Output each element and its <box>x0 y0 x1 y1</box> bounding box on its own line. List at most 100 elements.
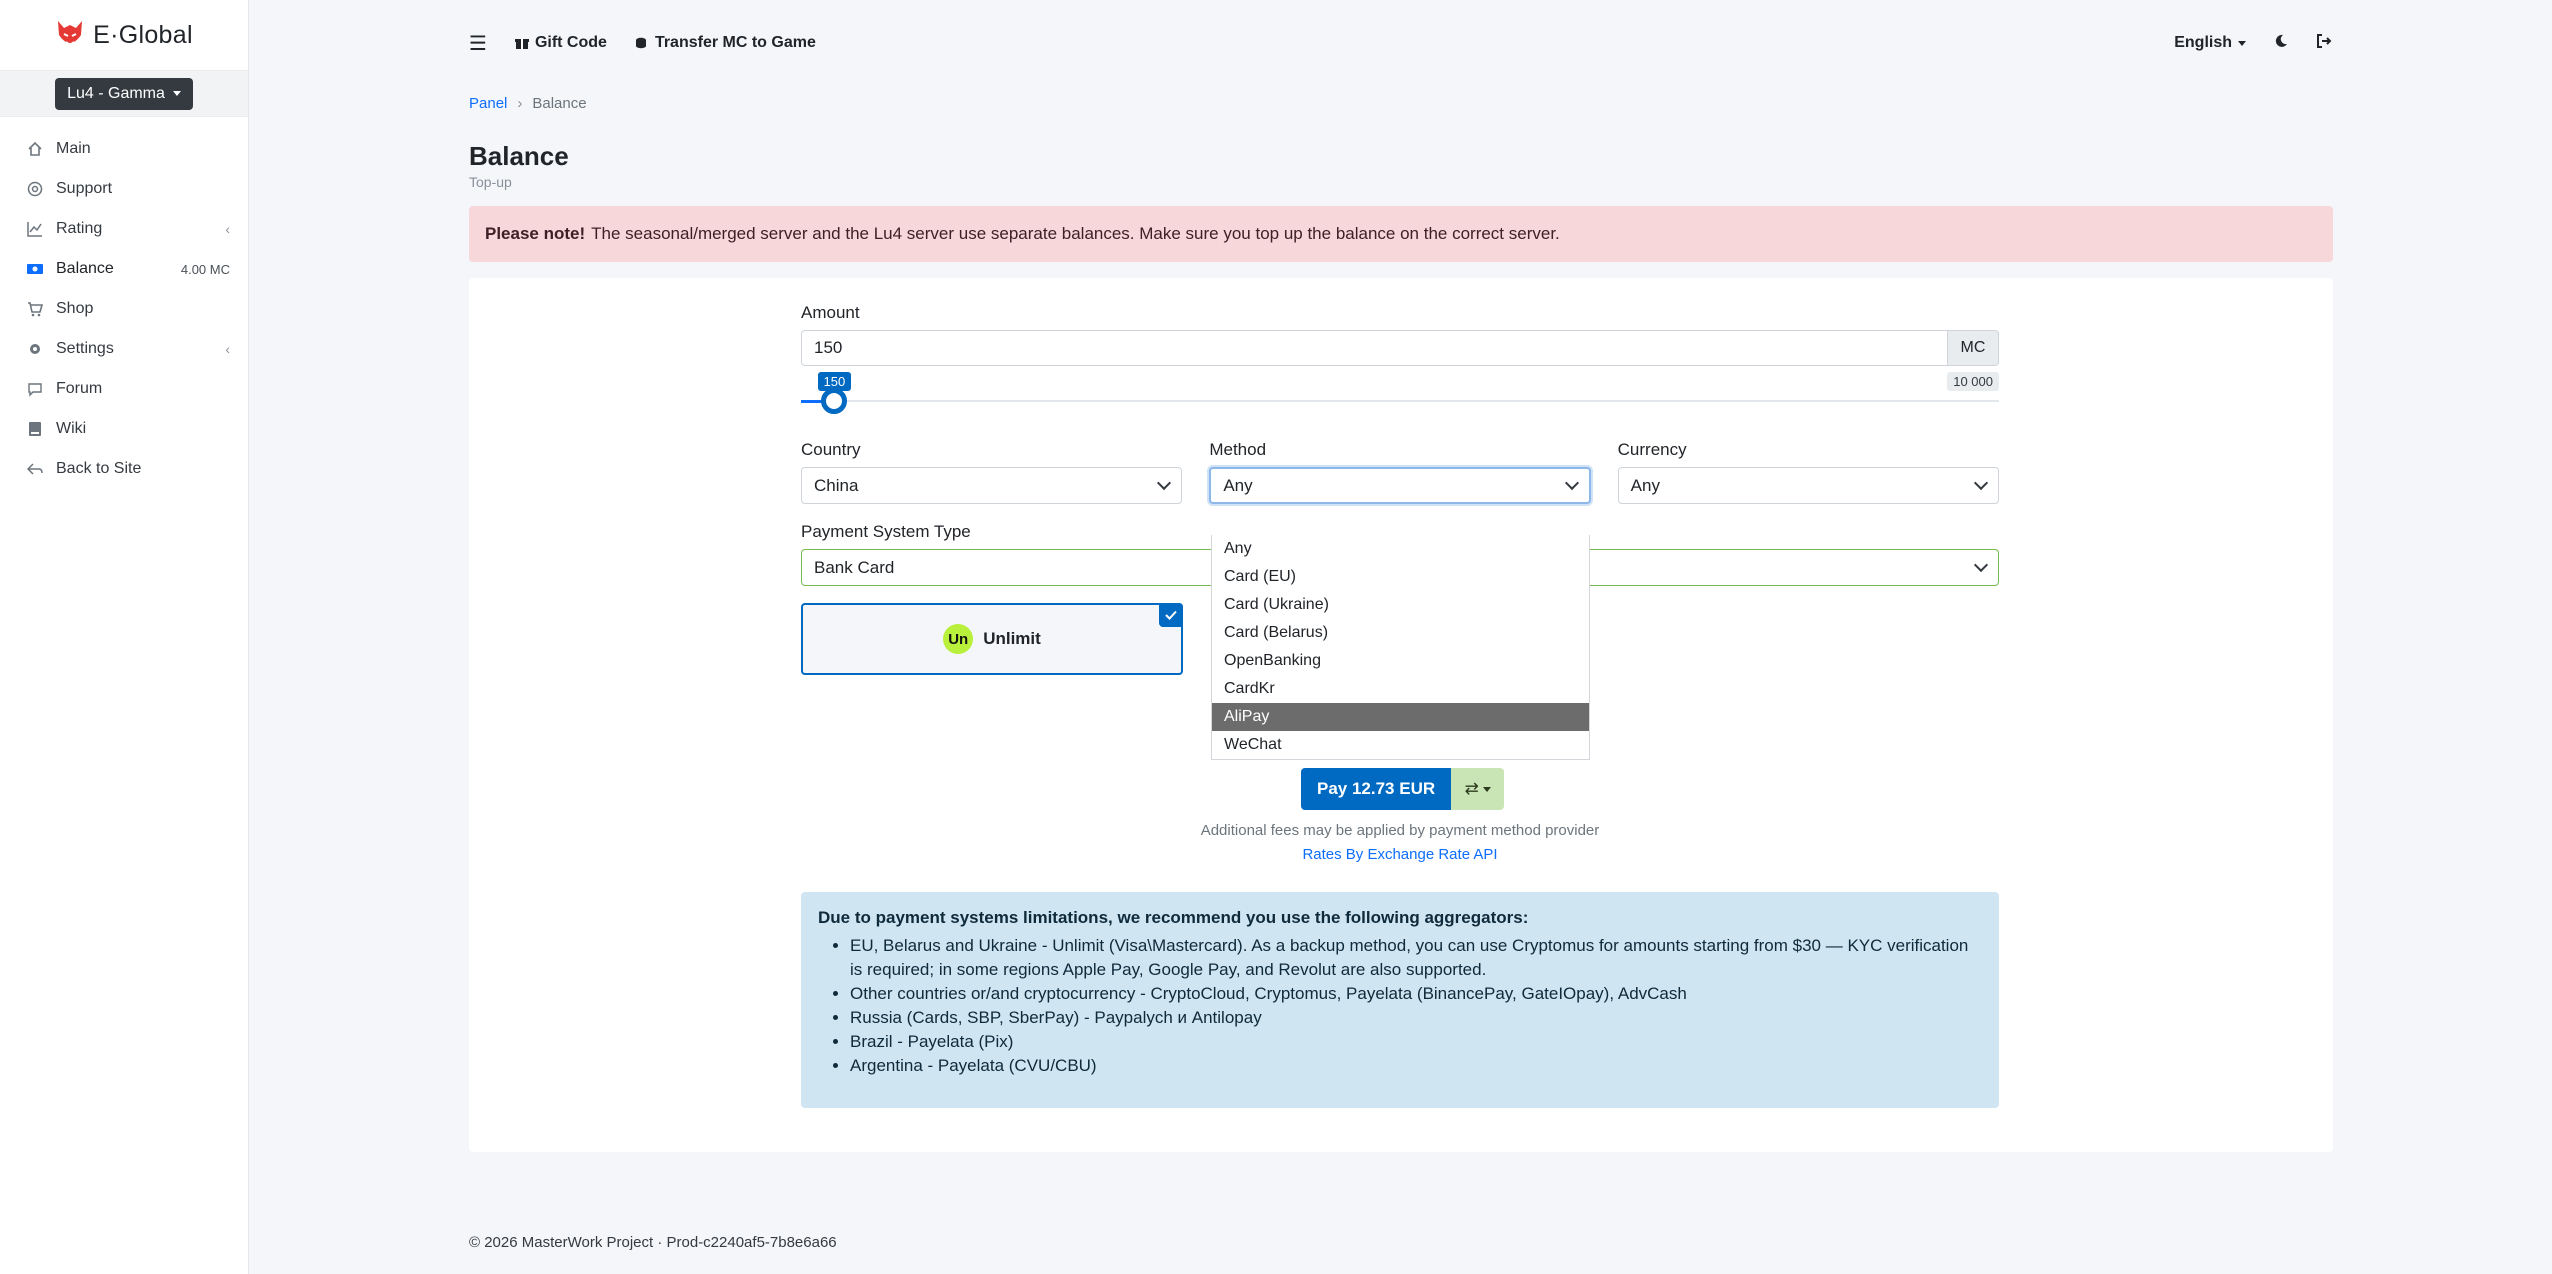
sidebar-item-label: Wiki <box>56 420 87 437</box>
currency-select[interactable]: Any <box>1617 467 1999 504</box>
country-value: China <box>814 475 859 495</box>
info-list: EU, Belarus and Ukraine - Unlimit (Visa\… <box>818 934 1982 1078</box>
language-selector[interactable]: English <box>2174 34 2246 52</box>
breadcrumb: Panel › Balance <box>469 95 2333 112</box>
dark-mode-toggle[interactable] <box>2274 34 2288 53</box>
gear-icon <box>26 340 44 358</box>
sidebar-item-main[interactable]: Main <box>0 129 248 169</box>
provider-card-unlimit[interactable]: Un Unlimit <box>801 603 1183 675</box>
sidebar-item-back-to-site[interactable]: Back to Site <box>0 449 248 489</box>
sidebar-item-label: Back to Site <box>56 460 142 477</box>
pay-button[interactable]: Pay 12.73 EUR <box>1301 768 1452 810</box>
method-option[interactable]: Card (Belarus) <box>1212 619 1589 647</box>
filters-row: Country China Method Any Currency Any <box>801 440 1999 504</box>
balance-amount: 4.00 MC <box>180 261 230 277</box>
moon-icon <box>2275 34 2287 47</box>
slider-handle[interactable] <box>820 388 847 414</box>
logo[interactable]: E·Global <box>0 0 248 70</box>
fee-note: Additional fees may be applied by paymen… <box>1200 822 1600 839</box>
list-item: Brazil - Payelata (Pix) <box>850 1030 1982 1054</box>
info-title: Due to payment systems limitations, we r… <box>818 908 1529 927</box>
method-option[interactable]: AliPay <box>1212 703 1589 731</box>
method-label: Method <box>1209 440 1267 459</box>
amount-input[interactable]: 150 <box>801 330 1948 366</box>
sidebar-item-label: Main <box>56 140 91 157</box>
sidebar-nav: Main Support Rating ‹ Balance 4.00 MC Sh… <box>0 129 248 489</box>
server-selector-label: Lu4 - Gamma <box>67 84 165 102</box>
caret-down-icon <box>2238 40 2246 46</box>
fox-logo-icon <box>58 21 83 47</box>
sidebar-item-support[interactable]: Support <box>0 169 248 209</box>
method-value: Any <box>1223 475 1253 495</box>
rates-link[interactable]: Rates By Exchange Rate API <box>801 846 1999 863</box>
gift-code-label: Gift Code <box>534 34 607 51</box>
currency-value: Any <box>1630 475 1660 495</box>
topbar-left: ☰ Gift Code Transfer MC to Game <box>469 31 2174 56</box>
breadcrumb-separator-icon: › <box>517 95 523 112</box>
sidebar-item-balance[interactable]: Balance 4.00 MC <box>0 249 248 289</box>
sidebar-item-label: Support <box>56 180 113 197</box>
country-select[interactable]: China <box>801 467 1183 504</box>
country-group: Country China <box>801 440 1183 504</box>
aggregators-info: Due to payment systems limitations, we r… <box>801 892 1999 1108</box>
alert-strong: Please note! <box>485 224 586 243</box>
checkmark-icon <box>1159 603 1183 627</box>
topbar: ☰ Gift Code Transfer MC to Game English <box>249 0 2552 86</box>
transfer-mc-label: Transfer MC to Game <box>654 34 816 51</box>
list-item: Russia (Cards, SBP, SberPay) - Paypalych… <box>850 1006 1982 1030</box>
list-item: Other countries or/and cryptocurrency - … <box>850 982 1982 1006</box>
amount-input-group: 150 MC <box>801 330 1999 366</box>
gift-icon <box>514 39 529 49</box>
method-option[interactable]: Card (Ukraine) <box>1212 591 1589 619</box>
currency-label: Currency <box>1617 440 1687 459</box>
sidebar-item-label: Forum <box>56 380 103 397</box>
provider-name: Unlimit <box>983 629 1041 648</box>
method-option[interactable]: WeChat <box>1212 731 1589 759</box>
gift-code-link[interactable]: Gift Code <box>514 34 607 52</box>
method-option[interactable]: CardKr <box>1212 675 1589 703</box>
list-item: EU, Belarus and Ukraine - Unlimit (Visa\… <box>850 934 1982 982</box>
logout-button[interactable] <box>2316 33 2332 53</box>
breadcrumb-panel-link[interactable]: Panel <box>469 95 507 112</box>
caret-down-icon <box>1482 786 1491 792</box>
book-icon <box>26 420 44 438</box>
sidebar-item-shop[interactable]: Shop <box>0 289 248 329</box>
server-selector-wrap: Lu4 - Gamma <box>0 70 248 117</box>
page-subtitle: Top-up <box>469 174 512 190</box>
method-group: Method Any <box>1209 440 1591 504</box>
sidebar-item-settings[interactable]: Settings ‹ <box>0 329 248 369</box>
chevron-left-icon: ‹ <box>225 341 230 357</box>
money-icon <box>26 260 44 278</box>
server-selector-button[interactable]: Lu4 - Gamma <box>55 77 193 110</box>
cart-icon <box>26 300 44 318</box>
topbar-right: English <box>2174 33 2332 53</box>
sidebar: E·Global Lu4 - Gamma Main Support Rating… <box>0 0 249 1274</box>
chevron-down-icon <box>1564 475 1579 491</box>
amount-unit: MC <box>1948 330 1999 366</box>
transfer-mc-link[interactable]: Transfer MC to Game <box>635 34 816 52</box>
country-label: Country <box>801 440 861 459</box>
currency-group: Currency Any <box>1617 440 1999 504</box>
sidebar-item-rating[interactable]: Rating ‹ <box>0 209 248 249</box>
method-select[interactable]: Any <box>1209 467 1591 504</box>
currency-swap-dropdown[interactable]: ⇄ <box>1451 768 1505 810</box>
hamburger-menu-icon[interactable]: ☰ <box>469 31 487 56</box>
coins-icon <box>635 37 646 49</box>
caret-down-icon <box>172 91 181 96</box>
sidebar-item-label: Shop <box>56 300 94 317</box>
logo-text: E·Global <box>93 20 193 49</box>
amount-slider[interactable]: 150 10 000 <box>801 372 1999 422</box>
home-icon <box>26 140 44 158</box>
chevron-down-icon <box>1973 557 1989 573</box>
method-option[interactable]: Card (EU) <box>1212 563 1589 591</box>
chevron-down-icon <box>1157 475 1172 491</box>
back-arrow-icon <box>26 460 44 478</box>
sidebar-item-wiki[interactable]: Wiki <box>0 409 248 449</box>
server-balance-alert: Please note! The seasonal/merged server … <box>469 206 2333 262</box>
method-option[interactable]: OpenBanking <box>1212 647 1589 675</box>
exchange-icon: ⇄ <box>1464 779 1479 798</box>
method-option[interactable]: Any <box>1212 535 1589 563</box>
sidebar-item-forum[interactable]: Forum <box>0 369 248 409</box>
chart-line-icon <box>26 220 44 238</box>
breadcrumb-current: Balance <box>532 95 587 112</box>
